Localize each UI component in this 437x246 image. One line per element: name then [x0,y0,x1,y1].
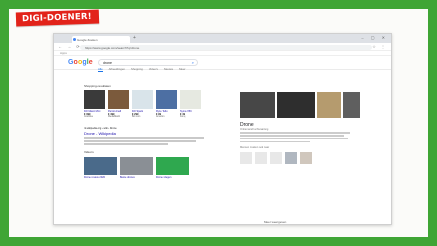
related-items [240,152,360,165]
show-more-link[interactable]: Meer weergeven [264,220,286,224]
knowledge-subtitle: Onbemand luchtvaartuig [240,128,269,131]
web-result-title[interactable]: Drone - Wikipedia [84,131,214,136]
logo-letter: e [88,59,93,66]
search-tab[interactable]: Video's [149,67,158,71]
product-store: Fonq [180,116,186,118]
snippet-line [84,137,204,139]
knowledge-image[interactable] [317,92,341,118]
search-tabs: Alle Afbeeldingen Shopping Video's Nieuws Mee… [98,67,191,72]
window-controls[interactable]: – ▢ ✕ [361,35,388,40]
search-tab[interactable]: Meer [179,67,185,71]
browser-tab[interactable]: Google Zoeken [72,36,130,43]
search-input[interactable]: drone ⌕ [98,59,198,66]
nav-buttons[interactable]: ← → ⟳ [58,44,82,49]
product-image[interactable] [84,90,105,109]
product-image[interactable] [180,90,201,109]
related-item[interactable] [255,152,267,165]
video-list: Drone review 2020 Beste drones Drone vlieg… [84,156,214,179]
related-item[interactable] [300,152,312,165]
product-card[interactable]: DJI Mavic Mini € 399 Coolblue [84,90,105,119]
knowledge-panel: Drone Onbemand luchtvaartuig Mensen zoek… [240,92,360,165]
knowledge-text-line [240,137,348,140]
knowledge-images[interactable] [240,92,360,118]
search-tab[interactable]: Afbeeldingen [109,67,125,71]
product-image[interactable] [156,90,177,109]
snippet-line [84,143,168,145]
video-title[interactable]: Drone vliegen [156,176,189,179]
new-tab-button[interactable]: + [133,35,136,41]
video-title[interactable]: Beste drones [120,176,153,179]
knowledge-image[interactable] [240,92,275,118]
video-card[interactable]: Beste drones [120,156,153,179]
web-result-url: nl.wikipedia.org › wiki › Drone [84,127,117,130]
product-card[interactable]: Syma X5C € 49 Fonq [180,90,201,119]
knowledge-image[interactable] [276,92,316,118]
knowledge-text-line [240,132,350,134]
related-item[interactable] [270,152,282,165]
search-results: Shopping-resultaten DJI Mavic Mini € 399 C… [84,84,214,179]
knowledge-text-line [240,140,310,143]
related-item[interactable] [240,152,252,165]
product-card[interactable]: Ryze Tello € 99 Amazon [156,90,177,119]
related-label: Mensen zoeken ook naar [240,146,270,150]
google-favicon-icon [73,38,76,41]
product-card[interactable]: Parrot Anafi € 499 MediaMarkt [108,90,129,119]
bookmarks-apps[interactable]: Apps [60,51,67,55]
shopping-label: Shopping-resultaten [84,84,111,88]
search-tab[interactable]: Alle [98,67,103,72]
knowledge-text-line [240,135,344,137]
address-bar[interactable]: https://www.google.com/search?q=drone [80,44,372,50]
product-store: MediaMarkt [108,116,120,118]
product-store: Bol.com [132,116,141,118]
snippet-line [84,140,196,142]
videos-label: Video's [84,149,94,154]
product-card[interactable]: DJI Spark € 299 Bol.com [132,90,153,119]
google-logo[interactable]: Google [68,59,93,66]
web-result[interactable]: nl.wikipedia.org › wiki › Drone Drone - … [84,127,214,145]
tab-title: Google Zoeken [77,38,98,42]
tab-bar: Google Zoeken + – ▢ ✕ [54,34,391,43]
video-thumbnail[interactable] [84,156,117,175]
browser-window: Google Zoeken + – ▢ ✕ ← → ⟳ https://www.… [53,33,392,225]
search-tab[interactable]: Nieuws [164,67,173,71]
search-tab[interactable]: Shopping [131,67,143,71]
browser-toolbar: ← → ⟳ https://www.google.com/search?q=dr… [54,43,391,51]
video-card[interactable]: Drone review 2020 [84,156,117,179]
search-query: drone [103,61,112,65]
product-store: Coolblue [84,116,94,118]
toolbar-icons[interactable]: ☆ ⋮ [372,44,387,49]
badge: DIGI-DOENER! [15,9,99,27]
video-thumbnail[interactable] [156,156,189,175]
product-store: Amazon [156,116,165,118]
product-image[interactable] [108,90,129,109]
search-icon[interactable]: ⌕ [192,60,194,65]
related-item[interactable] [285,152,297,165]
google-header: Google drone ⌕ Alle Afbeeldingen Shopping Vi… [54,56,391,72]
product-image[interactable] [132,90,153,109]
knowledge-image[interactable] [342,92,360,118]
video-thumbnail[interactable] [120,156,153,175]
video-title[interactable]: Drone review 2020 [84,176,117,179]
video-card[interactable]: Drone vliegen [156,156,189,179]
product-list: DJI Mavic Mini € 399 Coolblue Parrot Anafi €… [84,90,214,119]
